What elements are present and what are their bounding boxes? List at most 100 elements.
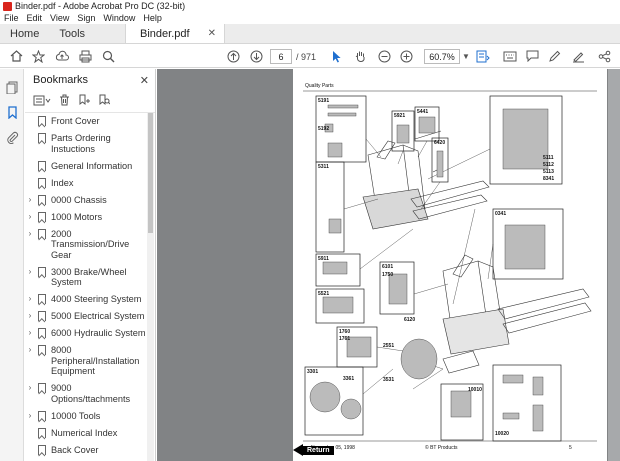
bookmark-list: Front Cover Parts Ordering Instuctions Gen… (25, 113, 147, 461)
sign-icon[interactable] (570, 48, 586, 64)
delete-bookmark-icon[interactable] (59, 94, 70, 109)
bookmark-item[interactable]: › 4000 Steering System (25, 294, 147, 305)
close-panel-icon[interactable]: ✕ (140, 74, 149, 87)
zoom-in-icon[interactable] (398, 48, 414, 64)
part-code: 2551 (383, 343, 395, 349)
bookmarks-panel-icon[interactable] (6, 106, 19, 120)
part-code: 3301 (307, 369, 319, 375)
part-code: 5311 (318, 164, 329, 170)
menu-window[interactable]: Window (99, 13, 139, 23)
menu-view[interactable]: View (46, 13, 73, 23)
cloud-upload-icon[interactable] (54, 48, 70, 64)
tab-home[interactable]: Home (0, 24, 49, 43)
bookmark-item[interactable]: › 9000 Options/ttachments (25, 383, 147, 404)
attachments-icon[interactable] (6, 131, 19, 144)
new-bookmark-icon[interactable] (78, 94, 90, 109)
hand-tool-icon[interactable] (352, 48, 368, 64)
return-button[interactable]: Return (293, 443, 341, 457)
bookmark-item[interactable]: › 5000 Electrical System (25, 311, 147, 322)
part-code: 5441 (417, 109, 429, 115)
bookmark-icon (38, 160, 46, 171)
chevron-right-icon[interactable]: › (25, 328, 35, 339)
bookmark-label: Back Cover (51, 444, 99, 455)
comment-icon[interactable] (524, 48, 540, 64)
bookmark-item[interactable]: Front Cover (25, 116, 147, 127)
home-icon[interactable] (8, 48, 24, 64)
return-label: Return (303, 445, 334, 455)
bookmark-label: 9000 Options/ttachments (51, 383, 131, 404)
bookmark-item[interactable]: Back Cover (25, 444, 147, 456)
pdf-page: Quality Parts 5191 5192 5921 5441 6420 5… (293, 69, 607, 461)
bookmark-item[interactable]: Index (25, 177, 147, 189)
close-tab-icon[interactable]: ✕ (208, 28, 216, 39)
page-display-icon[interactable] (474, 48, 492, 64)
chevron-right-icon[interactable]: › (25, 311, 35, 322)
next-page-icon[interactable] (248, 48, 264, 64)
keyboard-icon[interactable] (502, 48, 518, 64)
chevron-right-icon[interactable]: › (25, 267, 35, 278)
tab-tools[interactable]: Tools (49, 24, 95, 43)
bookmark-label: Front Cover (51, 116, 100, 126)
bookmark-label: General Information (51, 160, 133, 171)
search-icon[interactable] (100, 48, 116, 64)
bookmark-label: 4000 Steering System (51, 294, 142, 304)
bookmark-item[interactable]: › 1000 Motors (25, 211, 147, 223)
chevron-right-icon[interactable]: › (25, 212, 35, 223)
bookmark-icon (38, 228, 46, 239)
bookmark-search-icon[interactable] (98, 94, 111, 109)
navigation-rail (0, 69, 24, 461)
title-bar: Binder.pdf - Adobe Acrobat Pro DC (32-bi… (0, 0, 620, 12)
bookmark-item[interactable]: › 3000 Brake/Wheel System (25, 266, 147, 288)
bookmark-options-icon[interactable] (33, 95, 51, 109)
bookmarks-header: Bookmarks ✕ (25, 69, 155, 91)
menu-sign[interactable]: Sign (73, 13, 99, 23)
chevron-right-icon[interactable]: › (25, 345, 35, 356)
menu-bar: File Edit View Sign Window Help (0, 12, 620, 24)
tab-document[interactable]: Binder.pdf ✕ (125, 24, 226, 43)
document-view[interactable]: Quality Parts 5191 5192 5921 5441 6420 5… (157, 69, 620, 461)
page-header: Quality Parts (305, 83, 334, 89)
document-scrollbar[interactable] (608, 69, 620, 461)
bookmark-item[interactable]: Numerical Index (25, 427, 147, 439)
chevron-right-icon[interactable]: › (25, 411, 35, 422)
zoom-level-input[interactable]: 60.7% (424, 49, 460, 64)
bookmark-item[interactable]: › 0000 Chassis (25, 194, 147, 206)
bookmark-item[interactable]: › 8000 Peripheral/Installation Equipment (25, 345, 147, 377)
part-code: 6420 (434, 140, 446, 146)
zoom-dropdown-icon[interactable]: ▼ (462, 52, 470, 61)
bookmark-icon (38, 211, 46, 222)
bookmarks-panel: Bookmarks ✕ Front Cover Parts Ordering In… (25, 69, 156, 461)
bookmarks-title: Bookmarks (33, 74, 89, 86)
menu-help[interactable]: Help (139, 13, 166, 23)
bookmark-item[interactable]: General Information (25, 160, 147, 172)
previous-page-icon[interactable] (225, 48, 241, 64)
chevron-right-icon[interactable]: › (25, 294, 35, 305)
chevron-right-icon[interactable]: › (25, 383, 35, 394)
bookmarks-scroll-thumb[interactable] (148, 113, 153, 233)
highlight-pen-icon[interactable] (546, 48, 562, 64)
menu-edit[interactable]: Edit (23, 13, 47, 23)
print-icon[interactable] (77, 48, 93, 64)
chevron-right-icon[interactable]: › (25, 229, 35, 240)
page-thumbnails-icon[interactable] (6, 81, 19, 95)
bookmark-label: Parts Ordering Instuctions (51, 133, 111, 154)
bookmark-item[interactable]: › 2000 Transmission/Drive Gear (25, 228, 147, 261)
return-arrow-icon (293, 444, 303, 456)
share-icon[interactable] (596, 48, 612, 64)
part-code: 5191 (318, 98, 330, 104)
bookmark-star-icon[interactable] (30, 48, 46, 64)
bookmark-item[interactable]: › 6000 Hydraulic System (25, 328, 147, 339)
bookmark-label: 8000 Peripheral/Installation Equipment (51, 345, 140, 376)
part-code: 6120 (404, 317, 416, 323)
bookmark-label: 6000 Hydraulic System (51, 328, 146, 338)
chevron-right-icon[interactable]: › (25, 195, 35, 206)
bookmark-item[interactable]: › 10000 Tools (25, 410, 147, 422)
zoom-out-icon[interactable] (376, 48, 392, 64)
page-number-input[interactable]: 6 (270, 49, 292, 64)
bookmarks-scrollbar[interactable] (147, 113, 154, 461)
menu-file[interactable]: File (0, 13, 23, 23)
part-code: 1750 (382, 272, 394, 278)
select-cursor-icon[interactable] (330, 48, 344, 64)
bookmark-item[interactable]: Parts Ordering Instuctions (25, 133, 147, 154)
bookmark-icon (38, 328, 46, 338)
